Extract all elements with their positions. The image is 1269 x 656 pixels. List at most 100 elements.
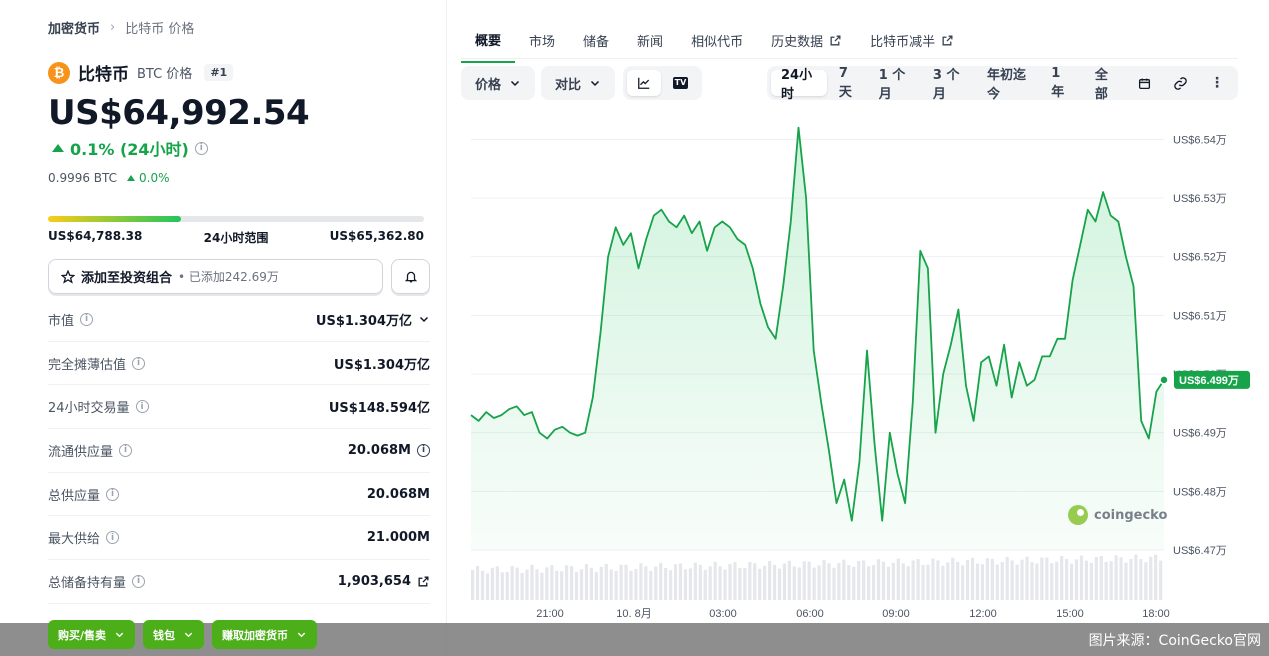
volume-bar <box>570 566 574 600</box>
stat-value: US$148.594亿 <box>328 401 430 417</box>
earn-crypto-button[interactable]: 赚取加密货币 <box>212 620 318 649</box>
volume-bar <box>951 557 955 600</box>
range-3m[interactable]: 3 个月 <box>923 68 975 102</box>
range-1y[interactable]: 1 年 <box>1041 66 1083 100</box>
link-icon <box>1174 76 1187 90</box>
current-price: US$64,992.54 <box>48 93 310 133</box>
stat-label: 总供应量 <box>48 488 101 504</box>
info-icon[interactable]: i <box>194 141 208 155</box>
range-1m[interactable]: 1 个月 <box>869 68 921 102</box>
volume-bar <box>1124 562 1128 600</box>
range-label: 全部 <box>1094 68 1108 102</box>
line-chart-button[interactable] <box>627 70 661 96</box>
info-icon[interactable]: i <box>132 574 146 588</box>
coin-symbol-label: BTC 价格 <box>137 67 193 82</box>
add-to-portfolio-button[interactable]: 添加至投资组合 • 已添加242.69万 <box>48 259 383 294</box>
external-link-icon[interactable] <box>417 575 430 588</box>
stat-row-reserves: 总储备持有量 i 1,903,654 <box>48 560 430 604</box>
bottom-action-buttons: 购买/售卖 钱包 赚取加密货币 <box>48 620 318 649</box>
buy-sell-button[interactable]: 购买/售卖 <box>48 620 136 649</box>
info-icon[interactable]: i <box>106 487 120 501</box>
volume-bar <box>485 573 490 600</box>
wallet-label: 钱包 <box>153 628 176 642</box>
wallet-button[interactable]: 钱包 <box>143 620 205 649</box>
external-link-icon <box>830 35 841 46</box>
volume-bar <box>649 570 653 600</box>
info-icon[interactable]: i <box>135 400 149 414</box>
range-24h[interactable]: 24小时 <box>771 68 827 102</box>
chevron-down-icon[interactable] <box>418 313 430 325</box>
range-24h-bar <box>48 216 424 222</box>
range-24h-labels: US$64,788.38 24小时范围 US$65,362.80 <box>48 229 424 246</box>
volume-bar <box>990 558 994 600</box>
stats-list: 市值 i US$1.304万亿 完全摊薄估值 i US$1.304万亿 24小时交易… <box>48 298 430 604</box>
current-price-label: US$6.499万 <box>1179 374 1239 387</box>
caption-text: 图片来源：CoinGecko官网 <box>1088 632 1261 649</box>
volume-bar <box>837 563 841 600</box>
volume-bar <box>768 560 772 600</box>
volume-bar <box>505 571 509 600</box>
volume-bar <box>1144 562 1148 600</box>
stat-label: 完全摊薄估值 <box>48 357 127 373</box>
stat-label: 流通供应量 <box>48 444 114 460</box>
range-label: 年初迄今 <box>987 68 1027 102</box>
tradingview-button[interactable]: TV <box>663 70 698 96</box>
price-alert-button[interactable] <box>391 259 430 294</box>
info-icon[interactable]: i <box>80 312 94 326</box>
volume-bar <box>827 563 831 600</box>
volume-bar <box>911 560 915 600</box>
volume-bar <box>1015 564 1019 600</box>
price-dropdown[interactable]: 价格 <box>465 70 531 96</box>
calendar-button[interactable] <box>1128 70 1161 96</box>
external-link-icon <box>942 35 953 46</box>
volume-bar <box>624 564 628 600</box>
x-tick-label: 09:00 <box>882 608 910 620</box>
y-tick-label: US$6.54万 <box>1173 134 1227 146</box>
volume-bar <box>565 565 569 600</box>
compare-dropdown[interactable]: 对比 <box>545 70 611 96</box>
volume-bar <box>634 568 638 600</box>
volume-bar <box>733 562 737 600</box>
stat-label: 总储备持有量 <box>48 575 127 591</box>
x-tick-label: 06:00 <box>796 608 824 620</box>
volume-bar <box>1005 556 1009 600</box>
volume-bar <box>693 562 697 600</box>
caret-up-icon <box>52 144 64 152</box>
price-dropdown-label: 价格 <box>475 77 502 93</box>
y-tick-label: US$6.52万 <box>1173 252 1227 264</box>
price-chart[interactable]: US$6.54万US$6.53万US$6.52万US$6.51万US$6.50万… <box>461 110 1269 620</box>
volume-bar <box>1159 560 1163 600</box>
volume-bar <box>614 570 618 600</box>
volume-bar <box>995 564 999 600</box>
share-link-button[interactable] <box>1163 70 1198 96</box>
chevron-down-icon <box>184 632 193 638</box>
volume-bar <box>802 561 806 600</box>
range-7d[interactable]: 7天 <box>829 66 867 100</box>
star-icon <box>61 269 75 284</box>
volume-bar <box>659 562 663 600</box>
info-icon[interactable]: i <box>417 443 430 457</box>
more-options-button[interactable]: ⋮ <box>1200 70 1234 96</box>
compare-dropdown-label: 对比 <box>555 77 582 93</box>
breadcrumb-root[interactable]: 加密货币 <box>48 18 100 37</box>
chevron-down-icon <box>115 632 124 638</box>
buy-sell-label: 购买/售卖 <box>58 628 107 642</box>
stat-value: 20.068M <box>366 486 430 502</box>
info-icon[interactable]: i <box>132 356 146 370</box>
volume-bar <box>688 568 692 600</box>
volume-bar <box>1104 561 1108 600</box>
info-icon[interactable]: i <box>119 443 133 457</box>
tabs-divider <box>461 58 1238 59</box>
volume-bar <box>1089 562 1093 600</box>
info-icon[interactable]: i <box>106 531 120 545</box>
volume-bar <box>728 563 732 600</box>
volume-bar <box>1099 556 1103 600</box>
coingecko-logo-icon <box>1068 505 1088 525</box>
volume-bar <box>545 567 549 600</box>
range-ytd[interactable]: 年初迄今 <box>977 68 1039 102</box>
range-all[interactable]: 全部 <box>1085 68 1126 102</box>
volume-bar <box>881 561 886 600</box>
volume-bar <box>629 570 633 600</box>
volume-bar <box>723 569 727 600</box>
btc-price-row: 0.9996 BTC 0.0% <box>48 171 170 185</box>
